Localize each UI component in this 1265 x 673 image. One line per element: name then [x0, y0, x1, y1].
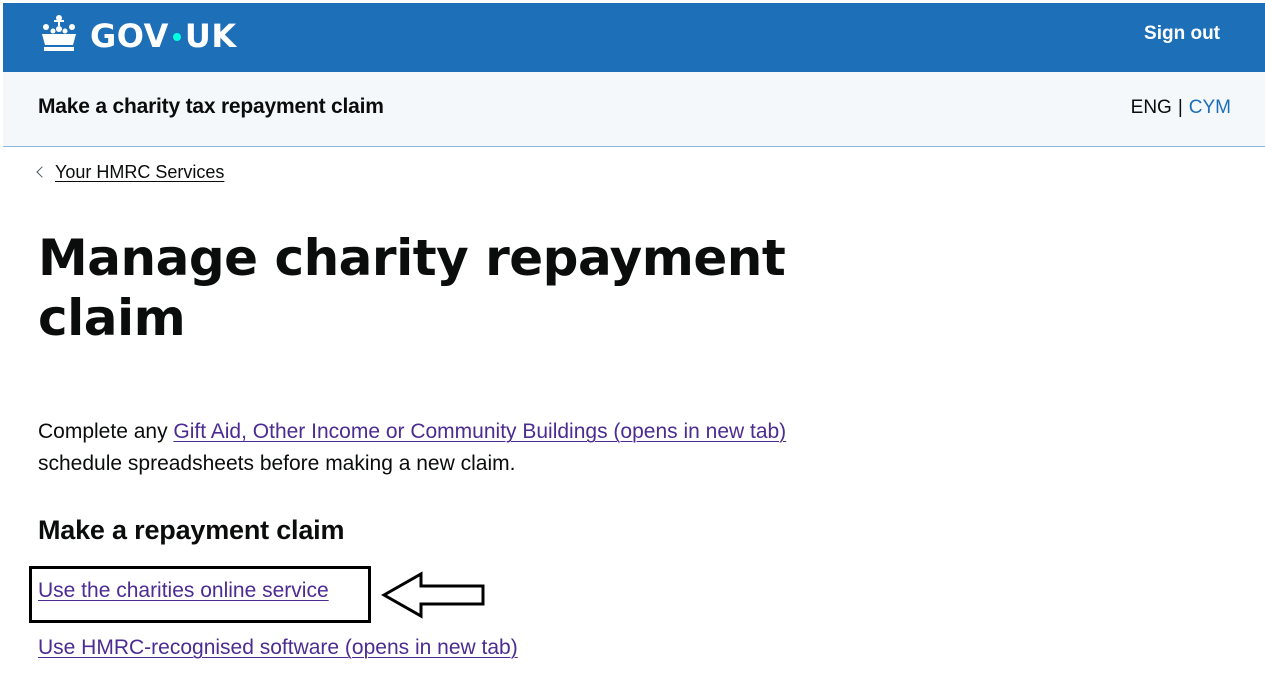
chevron-left-icon	[36, 165, 48, 178]
govuk-logotype: GOV UK	[90, 17, 237, 55]
back-link[interactable]: Your HMRC Services	[36, 162, 224, 183]
crown-icon	[38, 14, 80, 59]
lang-separator: |	[1177, 97, 1183, 118]
service-navigation: Make a charity tax repayment claim ENG | C…	[3, 72, 1265, 147]
schedule-spreadsheets-link[interactable]: Gift Aid, Other Income or Community Buil…	[173, 420, 786, 443]
lang-current-eng: ENG	[1130, 97, 1172, 118]
charities-online-service-link[interactable]: Use the charities online service	[38, 579, 329, 603]
govuk-header: GOV UK Sign out	[3, 3, 1265, 72]
logo-dot	[172, 33, 181, 41]
logo-text-uk: UK	[184, 17, 237, 55]
logo-text-gov: GOV	[90, 17, 169, 55]
intro-prefix: Complete any	[38, 420, 174, 443]
back-link-label[interactable]: Your HMRC Services	[55, 162, 224, 183]
service-name[interactable]: Make a charity tax repayment claim	[38, 95, 384, 119]
pointer-arrow-icon	[381, 571, 485, 619]
intro-suffix: schedule spreadsheets before making a ne…	[38, 452, 516, 475]
sign-out-link[interactable]: Sign out	[1144, 23, 1220, 45]
hmrc-recognised-software-link[interactable]: Use HMRC-recognised software (opens in n…	[38, 636, 518, 660]
intro-paragraph: Complete any Gift Aid, Other Income or C…	[38, 416, 838, 480]
language-toggle: ENG | CYM	[1131, 97, 1231, 119]
page-title: Manage charity repayment claim	[38, 229, 786, 347]
govuk-logo[interactable]: GOV UK	[38, 13, 237, 59]
lang-link-cym[interactable]: CYM	[1189, 97, 1231, 118]
section-heading: Make a repayment claim	[38, 515, 345, 545]
